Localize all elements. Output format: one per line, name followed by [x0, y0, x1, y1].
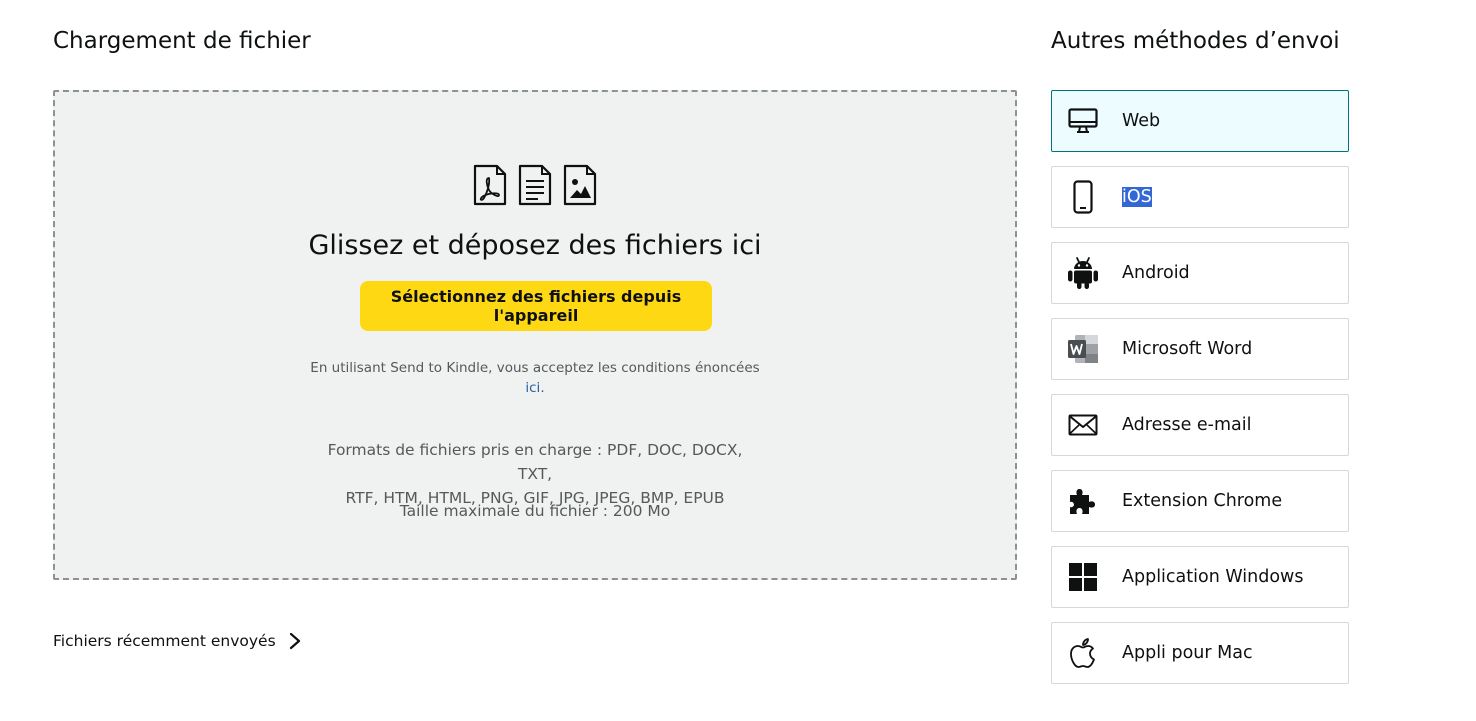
- select-files-button[interactable]: Sélectionnez des fichiers depuis l'appar…: [360, 281, 712, 331]
- method-chrome-extension[interactable]: Extension Chrome: [1051, 470, 1349, 532]
- envelope-icon: [1066, 407, 1100, 443]
- send-methods-list: Web iOS Android Microsoft Word Adresse e…: [1051, 90, 1349, 698]
- method-android[interactable]: Android: [1051, 242, 1349, 304]
- method-label: Extension Chrome: [1122, 491, 1283, 511]
- terms-notice: En utilisant Send to Kindle, vous accept…: [55, 358, 1015, 398]
- recent-files-link[interactable]: Fichiers récemment envoyés: [53, 632, 302, 650]
- apple-icon: [1066, 635, 1100, 671]
- terms-text: En utilisant Send to Kindle, vous accept…: [310, 360, 760, 376]
- method-label: Adresse e-mail: [1122, 415, 1252, 435]
- other-methods-title: Autres méthodes d’envoi: [1051, 28, 1340, 54]
- terms-link[interactable]: ici: [525, 380, 540, 396]
- image-file-icon: [563, 164, 597, 206]
- method-label: Appli pour Mac: [1122, 643, 1253, 663]
- method-web[interactable]: Web: [1051, 90, 1349, 152]
- formats-line-1: Formats de fichiers pris en charge : PDF…: [327, 441, 743, 483]
- method-microsoft-word[interactable]: Microsoft Word: [1051, 318, 1349, 380]
- windows-icon: [1066, 559, 1100, 595]
- method-label: Microsoft Word: [1122, 339, 1253, 359]
- drop-heading: Glissez et déposez des fichiers ici: [308, 230, 762, 261]
- desktop-icon: [1066, 103, 1100, 139]
- method-email[interactable]: Adresse e-mail: [1051, 394, 1349, 456]
- word-icon: [1066, 331, 1100, 367]
- supported-formats: Formats de fichiers pris en charge : PDF…: [315, 438, 755, 510]
- send-to-kindle-page: Chargement de fichier Glissez et déposez…: [0, 0, 1476, 721]
- max-file-size: Taille maximale du fichier : 200 Mo: [399, 502, 671, 520]
- text-file-icon: [518, 164, 552, 206]
- method-label: Application Windows: [1122, 567, 1304, 587]
- method-label: Web: [1122, 111, 1161, 131]
- recent-files-label: Fichiers récemment envoyés: [53, 632, 276, 650]
- phone-icon: [1066, 179, 1100, 215]
- file-dropzone[interactable]: Glissez et déposez des fichiers ici Séle…: [53, 90, 1017, 580]
- method-label: Android: [1122, 263, 1190, 283]
- upload-section-title: Chargement de fichier: [53, 28, 311, 54]
- chevron-right-icon: [289, 632, 300, 650]
- terms-suffix: .: [540, 380, 545, 396]
- pdf-file-icon: [473, 164, 507, 206]
- method-ios[interactable]: iOS: [1051, 166, 1349, 228]
- method-mac-app[interactable]: Appli pour Mac: [1051, 622, 1349, 684]
- file-type-icons: [55, 164, 1015, 206]
- puzzle-icon: [1066, 483, 1100, 519]
- method-windows-app[interactable]: Application Windows: [1051, 546, 1349, 608]
- method-label: iOS: [1122, 187, 1152, 207]
- android-icon: [1066, 255, 1100, 291]
